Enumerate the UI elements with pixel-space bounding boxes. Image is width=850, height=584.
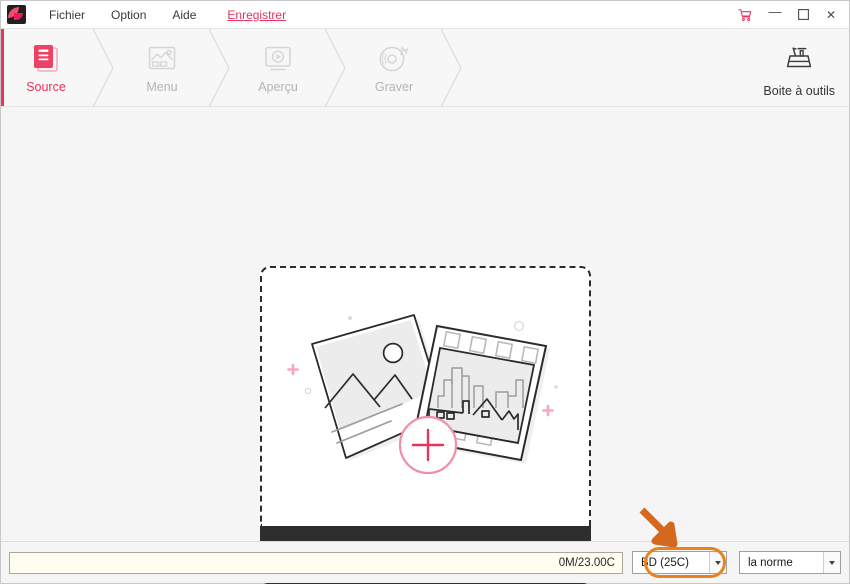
toolbox-icon [782, 42, 816, 79]
documents-icon [31, 42, 61, 76]
step-separator-3 [323, 29, 349, 107]
tab-apercu[interactable]: Aperçu [233, 29, 323, 106]
chevron-down-icon-standard[interactable] [823, 552, 840, 573]
capacity-text: 0M/23.00C [558, 556, 615, 569]
maximize-button[interactable] [789, 2, 817, 28]
application-window: Fichier Option Aide Enregistrer — ✕ Sour… [0, 0, 850, 584]
step-separator-2 [207, 29, 233, 107]
tab-source[interactable]: Source [1, 29, 91, 106]
status-bar: 0M/23.00C BD (25C) la norme [1, 541, 849, 583]
tv-standard-select[interactable]: la norme [739, 551, 841, 574]
capacity-progress-bar: 0M/23.00C [9, 551, 623, 574]
main-content-area: + Ajouter Photos ou Vidéos [1, 107, 849, 584]
sparkle-ring-right [513, 320, 525, 332]
title-menu-bar: Fichier Option Aide Enregistrer — ✕ [1, 1, 849, 29]
step-separator-1 [91, 29, 117, 107]
disc-type-select[interactable]: BD (25C) [632, 551, 727, 574]
step-tabs: Source Menu Aperçu Graver [1, 29, 465, 107]
minimize-button[interactable]: — [761, 2, 789, 28]
sparkle-plus-left [287, 363, 299, 376]
tab-apercu-label: Aperçu [258, 79, 298, 94]
chevron-down-icon[interactable] [709, 552, 726, 573]
sparkle-dot-top [348, 316, 352, 320]
menu-item-option[interactable]: Option [98, 1, 159, 29]
sparkle-plus-right [542, 404, 554, 417]
monitor-play-icon [262, 42, 294, 76]
tab-menu-label: Menu [146, 79, 178, 94]
media-dropzone[interactable] [260, 266, 591, 526]
tab-graver-label: Graver [374, 79, 414, 94]
menu-item-enregistrer[interactable]: Enregistrer [209, 1, 299, 29]
menu-item-aide[interactable]: Aide [159, 1, 209, 29]
photos-and-video-frames-illustration [287, 314, 558, 475]
media-drop-card: + Ajouter Photos ou Vidéos [260, 266, 591, 584]
step-separator-4 [439, 29, 465, 107]
plus-circle-icon [398, 415, 458, 475]
shopping-cart-icon[interactable] [735, 2, 755, 28]
tab-graver[interactable]: Graver [349, 29, 439, 106]
menu-item-fichier[interactable]: Fichier [36, 1, 98, 29]
tv-standard-value: la norme [748, 556, 793, 569]
sparkle-ring-small-left [304, 387, 312, 395]
disc-type-value: BD (25C) [641, 556, 689, 569]
image-gallery-icon [146, 42, 178, 76]
tab-source-label: Source [26, 79, 66, 94]
window-controls: — ✕ [735, 1, 849, 29]
toolbox-button[interactable]: Boite à outils [763, 29, 835, 106]
tab-menu[interactable]: Menu [117, 29, 207, 106]
app-logo-icon [7, 5, 26, 24]
toolbox-label: Boite à outils [763, 83, 835, 98]
sparkle-dot-right [554, 385, 558, 389]
disc-burn-icon [377, 42, 411, 76]
ribbon-toolbar: Source Menu Aperçu Graver Boite à outils [1, 29, 849, 107]
maximize-icon [797, 9, 809, 20]
close-button[interactable]: ✕ [817, 2, 845, 28]
